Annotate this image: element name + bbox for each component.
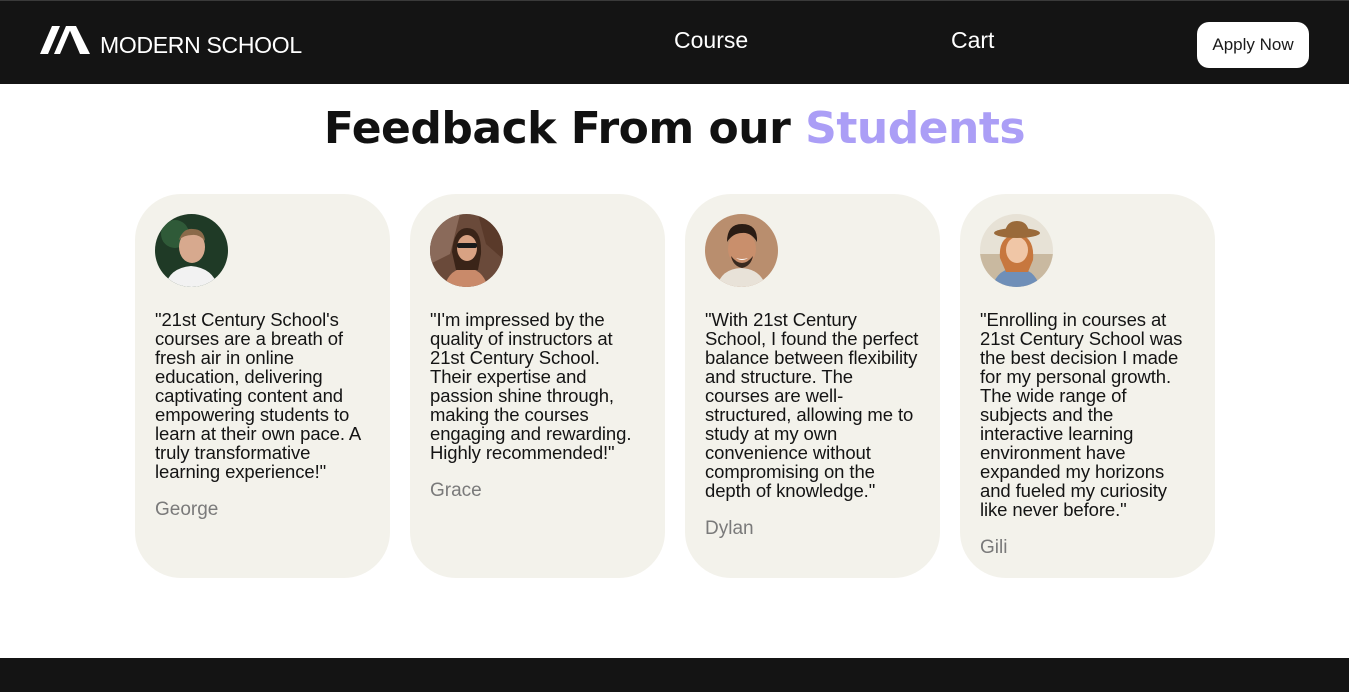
testimonial-quote: "21st Century School's courses are a bre… (155, 309, 361, 482)
top-navigation-bar: MODERN SCHOOL Course Cart Apply Now (0, 0, 1349, 84)
nav-link-course[interactable]: Course (674, 27, 748, 54)
testimonial-card: "21st Century School's courses are a bre… (135, 194, 390, 578)
school-logo-icon (40, 26, 90, 54)
brand-name: MODERN SCHOOL (100, 31, 302, 58)
section-title: Feedback From our Students (0, 103, 1349, 154)
avatar-gili (980, 214, 1053, 287)
testimonial-author: Grace (430, 480, 482, 501)
testimonial-author: Gili (980, 537, 1008, 558)
section-title-main: Feedback From our (323, 103, 791, 154)
avatar-grace (430, 214, 503, 287)
testimonial-quote: "With 21st Century School, I found the p… (705, 309, 919, 501)
testimonial-author: George (155, 499, 219, 520)
section-title-accent: Students (805, 103, 1026, 154)
testimonial-quote: "Enrolling in courses at 21st Century Sc… (980, 309, 1183, 520)
testimonial-quote: "I'm impressed by the quality of instruc… (430, 309, 632, 463)
avatar-george (155, 214, 228, 287)
testimonial-author: Dylan (705, 518, 754, 539)
nav-link-cart[interactable]: Cart (951, 27, 994, 54)
testimonial-card: "Enrolling in courses at 21st Century Sc… (960, 194, 1215, 578)
testimonial-list: "21st Century School's courses are a bre… (135, 194, 1215, 578)
testimonial-card: "With 21st Century School, I found the p… (685, 194, 940, 578)
page-footer (0, 658, 1349, 692)
testimonial-card: "I'm impressed by the quality of instruc… (410, 194, 665, 578)
apply-now-button[interactable]: Apply Now (1197, 22, 1309, 68)
avatar-dylan (705, 214, 778, 287)
brand[interactable]: MODERN SCHOOL (40, 23, 302, 58)
